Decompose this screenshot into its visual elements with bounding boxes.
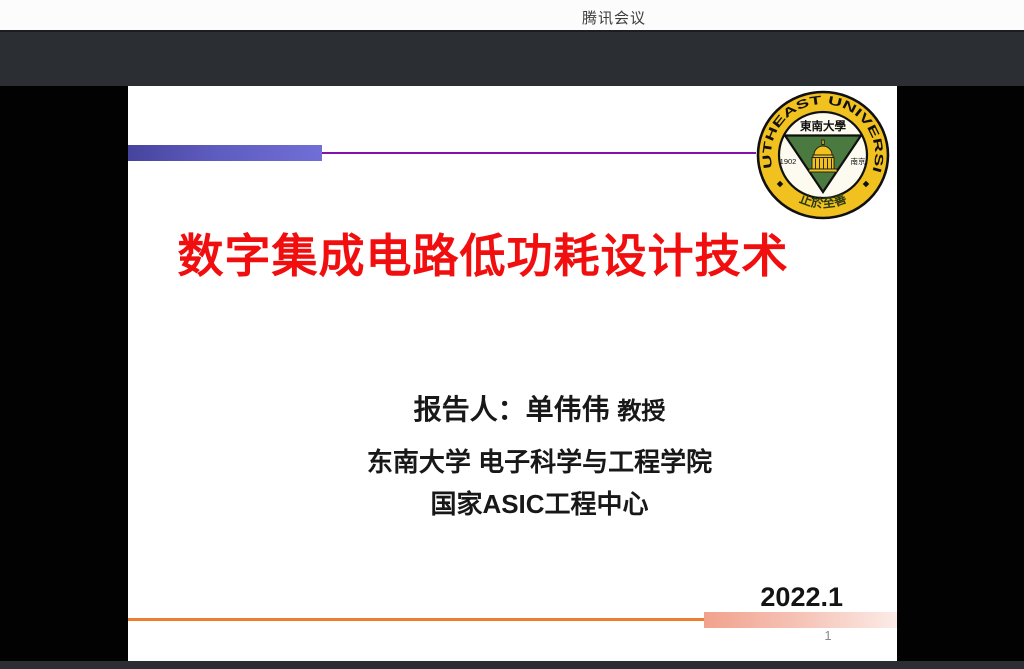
presenter-line: 报告人：单伟伟 教授 <box>155 392 924 428</box>
screen-share-stage: SOUTHEAST UNIVERSITY 止於至善 東南大學 1902 南京 <box>0 86 1024 661</box>
presenter-degree: 教授 <box>617 398 665 425</box>
affiliation-line-2: 国家ASIC工程中心 <box>155 488 924 522</box>
window-title: 腾讯会议 <box>582 7 646 28</box>
header-accent-line <box>322 152 756 154</box>
tencent-meeting-window: 腾讯会议 <box>0 0 1024 669</box>
southeast-university-seal: SOUTHEAST UNIVERSITY 止於至善 東南大學 1902 南京 <box>755 90 891 220</box>
bottom-chrome-strip <box>0 661 1024 669</box>
window-titlebar: 腾讯会议 <box>0 0 1024 30</box>
meeting-toolbar <box>0 30 1024 86</box>
seal-cn-name: 東南大學 <box>800 119 846 133</box>
header-accent-bar <box>128 145 322 161</box>
footer-accent-bar <box>704 612 897 628</box>
seal-year: 1902 <box>780 157 797 166</box>
presenter-name: 报告人：单伟伟 <box>414 394 610 425</box>
slide-date: 2022.1 <box>760 582 843 613</box>
page-number: 1 <box>816 628 840 643</box>
slide-title: 数字集成电路低功耗设计技术 <box>168 228 798 286</box>
university-seal-icon: SOUTHEAST UNIVERSITY 止於至善 東南大學 1902 南京 <box>755 90 891 220</box>
affiliation-line-1: 东南大学 电子科学与工程学院 <box>155 446 924 480</box>
presentation-slide: SOUTHEAST UNIVERSITY 止於至善 東南大學 1902 南京 <box>128 86 897 661</box>
seal-city: 南京 <box>851 156 866 166</box>
footer-accent-line <box>128 618 704 621</box>
